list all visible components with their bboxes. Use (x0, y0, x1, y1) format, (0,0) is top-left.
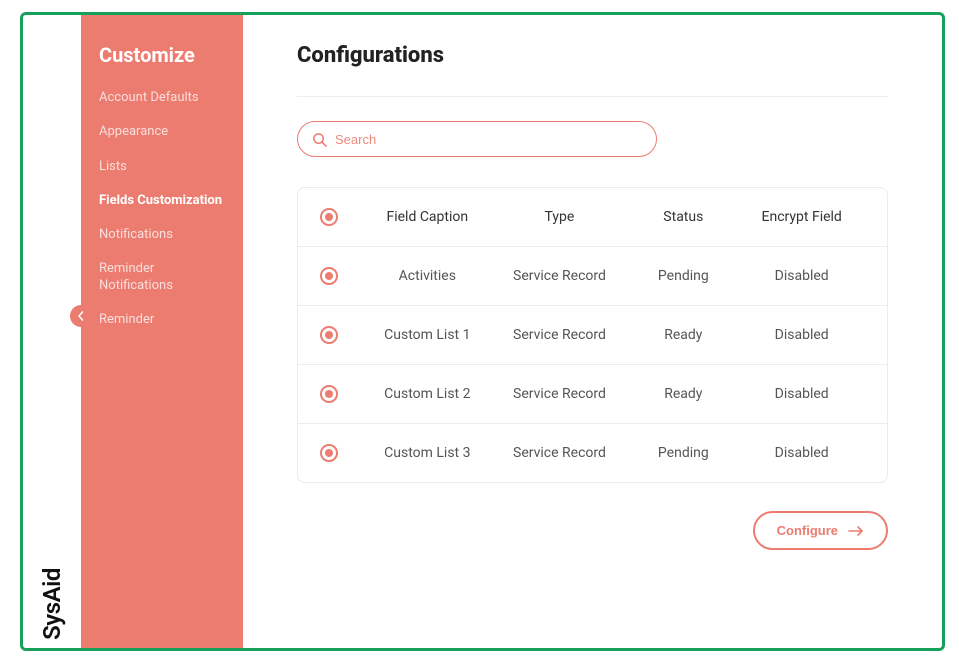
page-title: Configurations (297, 43, 888, 68)
cell-type: Service Record (491, 268, 629, 284)
table-row: ActivitiesService RecordPendingDisabled (298, 247, 887, 306)
column-header-caption: Field Caption (364, 209, 491, 225)
column-header-encrypt: Encrypt Field (738, 209, 865, 225)
row-radio[interactable] (320, 267, 338, 285)
table-row: Custom List 2Service RecordReadyDisabled (298, 365, 887, 424)
row-radio[interactable] (320, 444, 338, 462)
sidebar-nav: Account DefaultsAppearanceListsFields Cu… (99, 81, 225, 337)
sidebar-collapse-button[interactable] (70, 305, 92, 327)
cell-type: Service Record (491, 327, 629, 343)
cell-caption: Custom List 2 (364, 386, 491, 402)
select-all-radio[interactable] (320, 208, 338, 226)
cell-caption: Custom List 3 (364, 445, 491, 461)
table-header-row: Field Caption Type Status Encrypt Field (298, 188, 887, 247)
sidebar-item[interactable]: Notifications (99, 218, 225, 252)
search-field[interactable] (297, 121, 657, 157)
cell-status: Ready (628, 327, 738, 343)
brand-strip: SysAid (23, 15, 81, 648)
table-row: Custom List 3Service RecordPendingDisabl… (298, 424, 887, 482)
cell-caption: Activities (364, 268, 491, 284)
cell-status: Pending (628, 445, 738, 461)
cell-status: Pending (628, 268, 738, 284)
divider (297, 96, 888, 97)
cell-encrypt: Disabled (738, 327, 865, 343)
footer-actions: Configure (297, 511, 888, 550)
cell-type: Service Record (491, 445, 629, 461)
row-radio[interactable] (320, 385, 338, 403)
configure-button-label: Configure (777, 523, 838, 538)
column-header-status: Status (628, 209, 738, 225)
sidebar-item[interactable]: Account Defaults (99, 81, 225, 115)
main-content: Configurations Field Caption Type Status… (243, 15, 942, 648)
cell-encrypt: Disabled (738, 386, 865, 402)
table-row: Custom List 1Service RecordReadyDisabled (298, 306, 887, 365)
cell-encrypt: Disabled (738, 445, 865, 461)
sidebar-item[interactable]: Lists (99, 150, 225, 184)
configure-button[interactable]: Configure (753, 511, 888, 550)
row-radio[interactable] (320, 326, 338, 344)
cell-status: Ready (628, 386, 738, 402)
chevron-left-icon (76, 311, 86, 321)
sidebar-title: Customize (99, 43, 225, 67)
app-frame: SysAid Customize Account DefaultsAppeara… (20, 12, 945, 651)
brand-logo: SysAid (38, 568, 66, 640)
search-icon (312, 132, 327, 147)
arrow-right-icon (848, 526, 864, 536)
config-table: Field Caption Type Status Encrypt Field … (297, 187, 888, 483)
sidebar-item[interactable]: Reminder Notifications (99, 252, 225, 303)
sidebar-item[interactable]: Appearance (99, 115, 225, 149)
cell-encrypt: Disabled (738, 268, 865, 284)
search-input[interactable] (335, 132, 642, 147)
sidebar-item[interactable]: Fields Customization (99, 184, 225, 218)
sidebar: Customize Account DefaultsAppearanceList… (81, 15, 243, 648)
cell-type: Service Record (491, 386, 629, 402)
cell-caption: Custom List 1 (364, 327, 491, 343)
column-header-type: Type (491, 209, 629, 225)
sidebar-item[interactable]: Reminder (99, 303, 225, 337)
